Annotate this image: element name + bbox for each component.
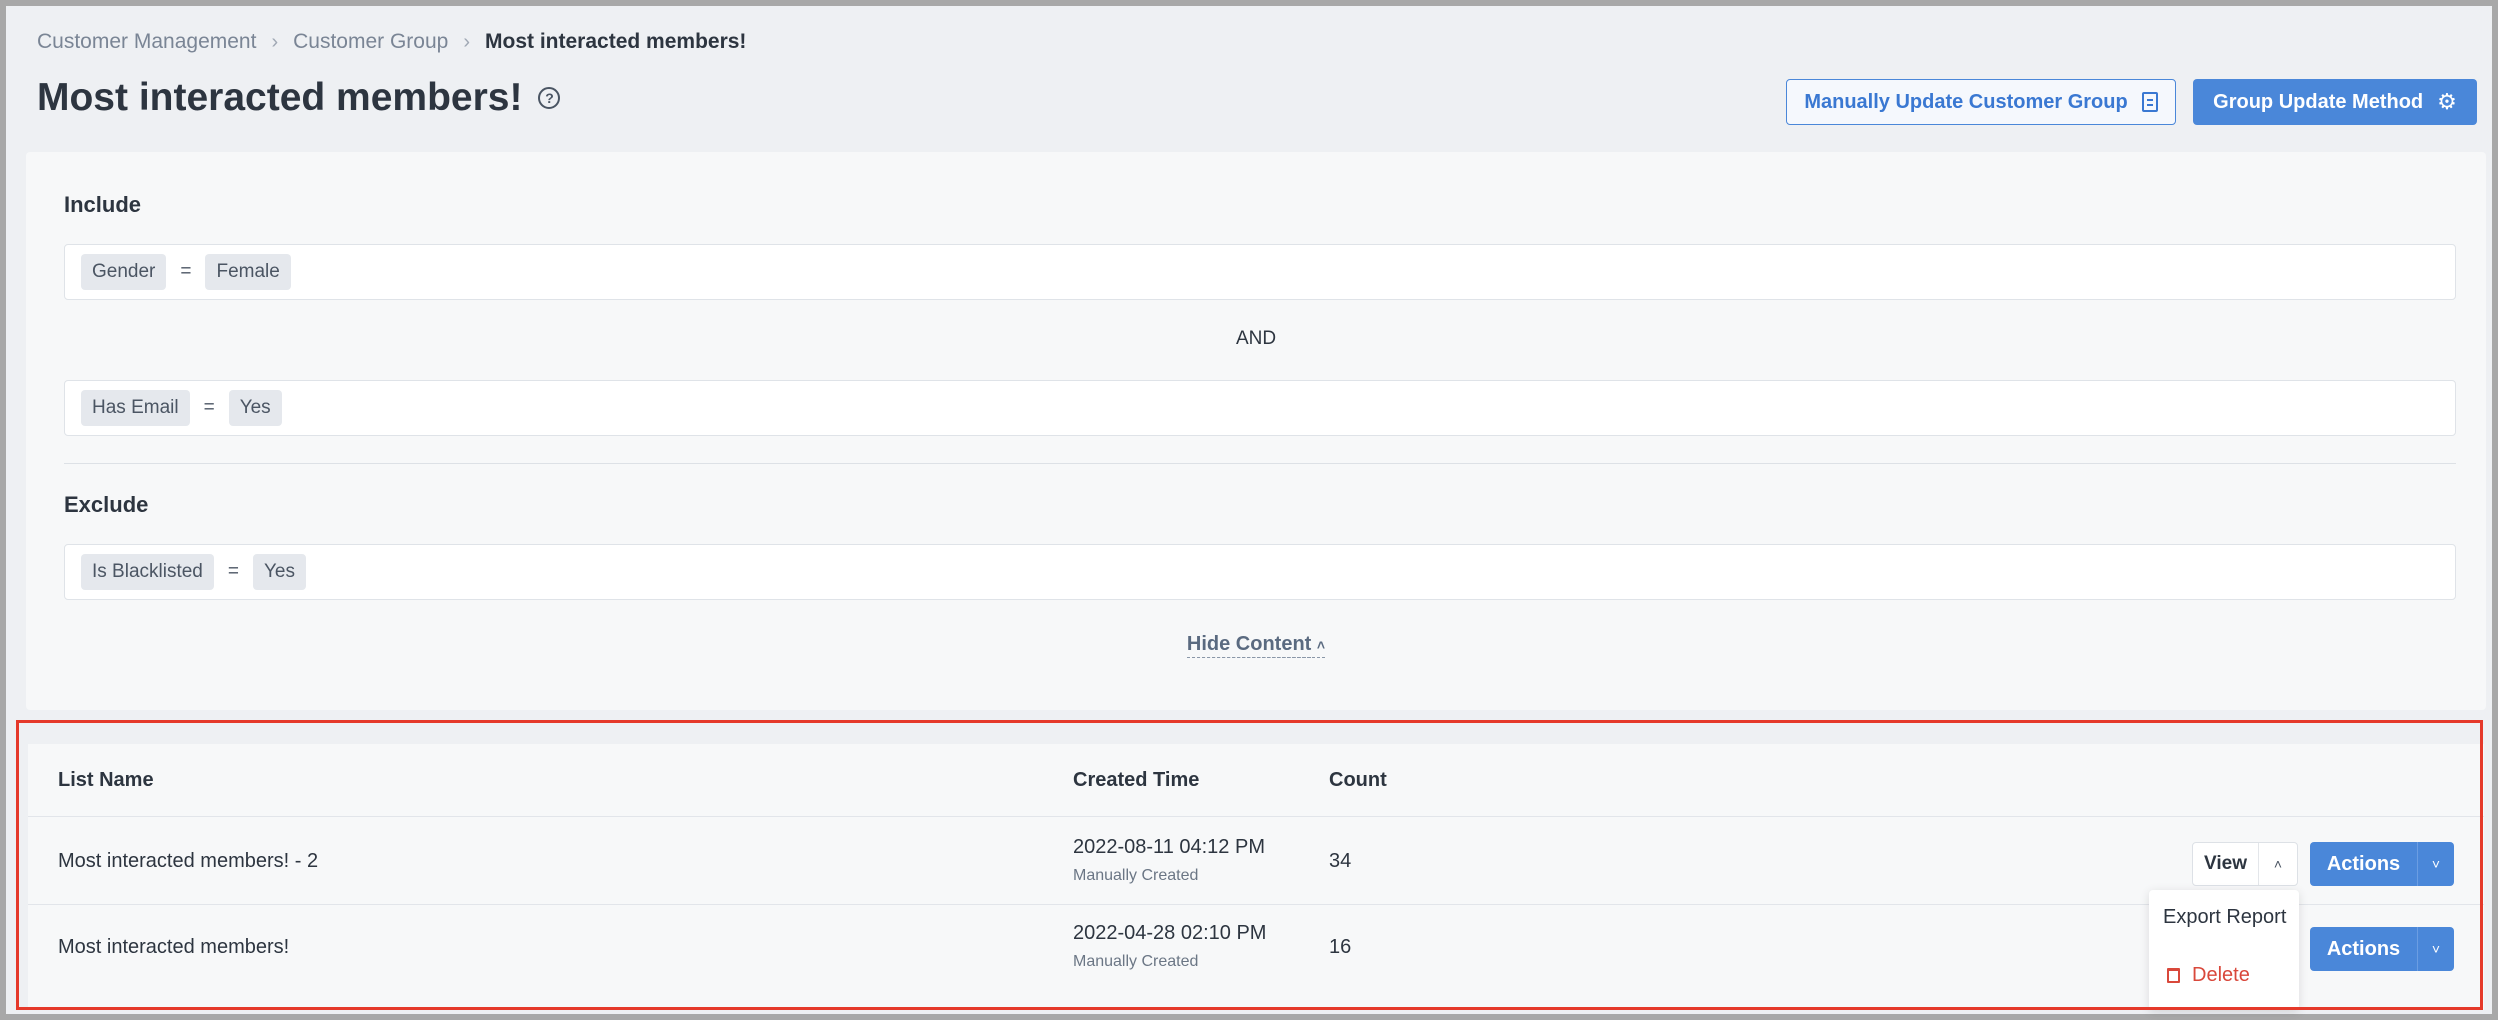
- include-title: Include: [64, 192, 142, 217]
- hide-content-label: Hide Content: [1186, 633, 1312, 658]
- rule-field-tag: Is Blacklisted: [81, 554, 214, 590]
- rule-operator: =: [203, 397, 215, 418]
- manually-update-customer-group-button[interactable]: Manually Update Customer Group: [1786, 79, 2176, 125]
- group-update-method-button[interactable]: Group Update Method ⚙: [2193, 79, 2477, 125]
- breadcrumb-customer-management[interactable]: Customer Management: [37, 30, 256, 54]
- breadcrumb: Customer Management › Customer Group › M…: [37, 30, 746, 54]
- rule-value-tag: Female: [205, 254, 291, 290]
- rule-connector: AND: [1235, 328, 1277, 349]
- section-divider: [64, 463, 2456, 464]
- exclude-rule-blacklisted[interactable]: Is Blacklisted = Yes: [64, 544, 2456, 600]
- hide-content-toggle[interactable]: Hide Content ˄: [26, 633, 2486, 658]
- gear-icon: ⚙: [2437, 89, 2457, 114]
- include-rule-gender[interactable]: Gender = Female: [64, 244, 2456, 300]
- breadcrumb-current: Most interacted members!: [485, 30, 747, 53]
- rule-value-tag: Yes: [252, 554, 306, 590]
- clipboard-icon: [2141, 92, 2158, 112]
- group-update-method-label: Group Update Method: [2213, 90, 2424, 113]
- rule-operator: =: [180, 261, 192, 282]
- manually-update-label: Manually Update Customer Group: [1804, 90, 2128, 113]
- question-circle-icon[interactable]: ?: [538, 87, 561, 109]
- exclude-title: Exclude: [64, 492, 149, 517]
- page-title-row: Most interacted members! ?: [37, 76, 561, 120]
- table-highlight-frame: [16, 720, 2483, 1010]
- chevron-right-icon: ›: [271, 30, 279, 53]
- criteria-card: Include Gender = Female AND Has Email = …: [26, 152, 2486, 710]
- rule-operator: =: [227, 561, 239, 582]
- rule-value-tag: Yes: [228, 390, 282, 426]
- page-title: Most interacted members!: [37, 76, 523, 119]
- rule-field-tag: Gender: [81, 254, 167, 290]
- chevron-up-icon: ˄: [1316, 637, 1326, 653]
- breadcrumb-customer-group[interactable]: Customer Group: [293, 30, 448, 54]
- rule-field-tag: Has Email: [81, 390, 190, 426]
- chevron-right-icon: ›: [463, 30, 471, 53]
- include-rule-has-email[interactable]: Has Email = Yes: [64, 380, 2456, 436]
